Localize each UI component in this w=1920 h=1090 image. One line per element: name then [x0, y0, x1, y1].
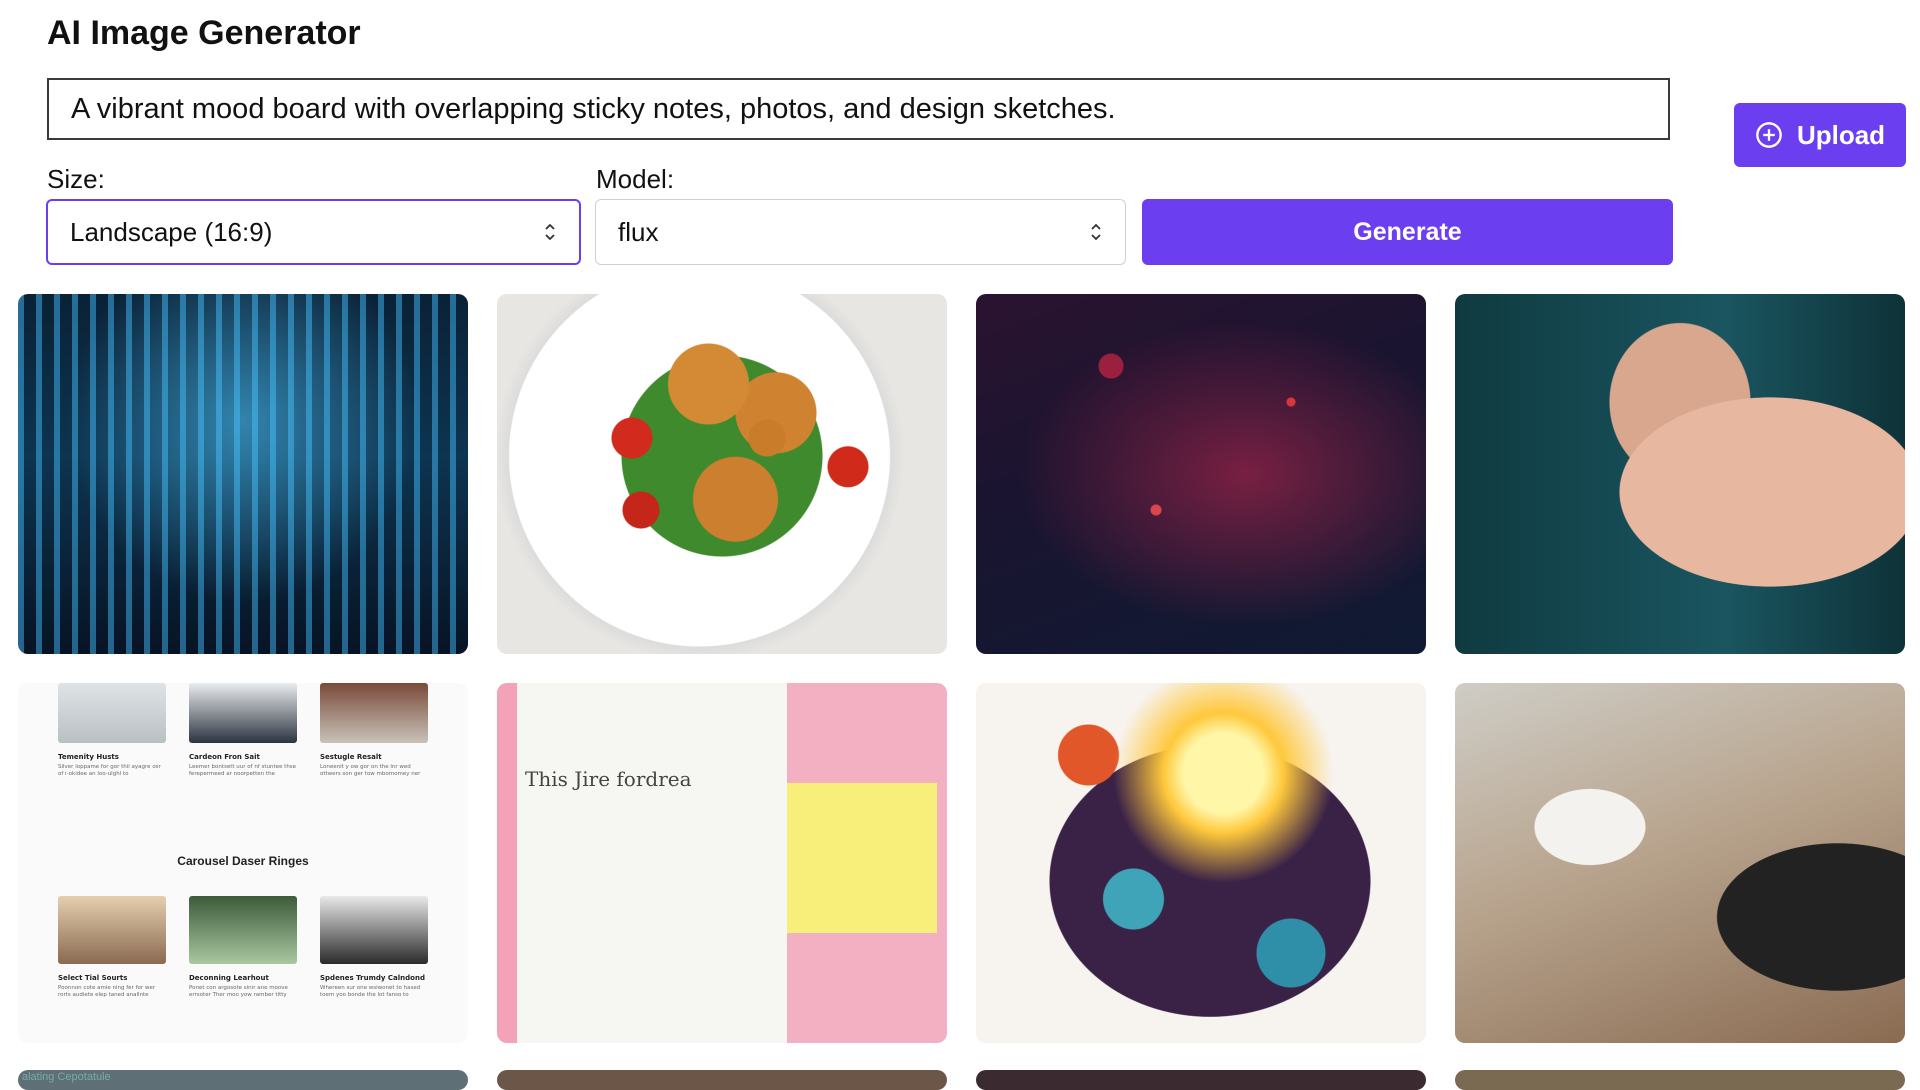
gallery-image-partial-1[interactable]: alating Cepotatule [18, 1070, 468, 1090]
gallery-image-partial-4[interactable] [1455, 1070, 1905, 1090]
gallery-image-ui-mockup[interactable]: Temenity Husts Silver loppame for gor th… [18, 683, 468, 1043]
gallery-image-partial-2[interactable] [497, 1070, 947, 1090]
mockup-card: Temenity Husts Silver loppame for gor th… [58, 683, 166, 778]
gallery-image-city[interactable] [18, 294, 468, 654]
size-label: Size: [47, 164, 105, 194]
plus-circle-icon [1756, 122, 1782, 148]
mockup-card: Deconning Learhout Ponet con argosote si… [189, 896, 297, 999]
upload-label: Upload [1796, 119, 1886, 150]
page-title: AI Image Generator [47, 14, 361, 52]
model-select-value: flux [618, 216, 659, 247]
mockup-caption: Carousel Daser Ringes [177, 854, 309, 868]
upload-button[interactable]: Upload [1734, 103, 1906, 167]
prompt-input[interactable]: A vibrant mood board with overlapping st… [47, 78, 1670, 140]
gallery-image-partial-3[interactable] [976, 1070, 1426, 1090]
mockup-card: Spdenes Trumdy Calndond Whereen sur one … [320, 896, 428, 999]
gallery-image-hand-pen[interactable] [1455, 294, 1905, 654]
model-select[interactable]: flux [595, 199, 1126, 265]
model-label: Model: [596, 164, 675, 194]
gallery-image-network[interactable] [976, 294, 1426, 654]
generate-button[interactable]: Generate [1142, 199, 1673, 265]
chevron-updown-icon [1091, 223, 1101, 241]
size-select-value: Landscape (16:9) [70, 216, 273, 247]
gallery-image-desk-coffee[interactable] [1455, 683, 1905, 1043]
gallery-image-mood-board[interactable]: This Jire fordrea [497, 683, 947, 1043]
mood-board-handwriting: This Jire fordrea [525, 767, 692, 791]
size-select[interactable]: Landscape (16:9) [46, 199, 581, 265]
mockup-card: Select Tial Sourts Poonnon cote amie nin… [58, 896, 166, 999]
gallery-image-lightbulb[interactable] [976, 683, 1426, 1043]
gallery-image-food[interactable] [497, 294, 947, 654]
chevron-updown-icon [545, 223, 555, 241]
mockup-card: Sestugle Resalt Loneenit y ow gor on the… [320, 683, 428, 778]
mockup-card: Cardeon Fron Sait Leemer bontsett uur of… [189, 683, 297, 778]
partial-tile-text: alating Cepotatule [22, 1071, 111, 1083]
